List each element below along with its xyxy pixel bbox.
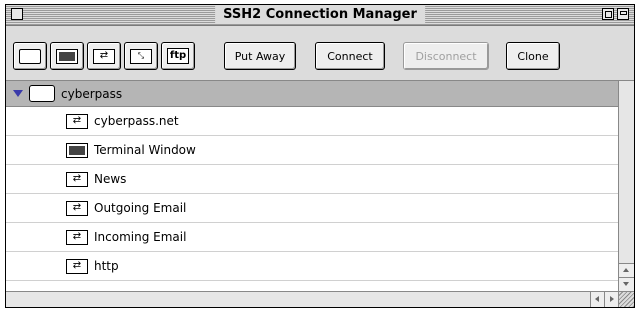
collapse-icon — [620, 11, 627, 15]
file-icon: ⤡ — [130, 48, 152, 64]
connection-icon: ⇄ — [66, 113, 88, 129]
new-terminal-button[interactable] — [50, 42, 84, 70]
group-label: cyberpass — [61, 86, 123, 101]
close-box[interactable] — [11, 8, 23, 20]
list-item-label: News — [94, 172, 127, 186]
resize-grip-icon[interactable] — [618, 291, 634, 307]
connection-list[interactable]: cyberpass ⇄ cyberpass.net Terminal Windo… — [6, 81, 618, 291]
disclosure-triangle-icon[interactable] — [13, 90, 23, 97]
list-item-label: Incoming Email — [94, 230, 187, 244]
connection-icon: ⇄ — [93, 48, 115, 64]
scroll-right-arrow-icon[interactable] — [604, 292, 618, 307]
window-title: SSH2 Connection Manager — [215, 6, 425, 24]
scroll-down-arrow-icon[interactable] — [619, 277, 634, 291]
ftp-icon: ftp — [167, 48, 189, 64]
connection-icon: ⇄ — [66, 200, 88, 216]
connection-icon: ⇄ — [66, 171, 88, 187]
put-away-button[interactable]: Put Away — [224, 42, 296, 70]
list-item-label: http — [94, 259, 119, 273]
title-bar[interactable]: SSH2 Connection Manager — [6, 5, 634, 26]
list-item[interactable]: Terminal Window — [6, 136, 618, 165]
new-connection-button[interactable]: ⇄ — [87, 42, 121, 70]
terminal-icon — [66, 142, 88, 158]
new-file-button[interactable]: ⤡ — [124, 42, 158, 70]
group-row-cyberpass[interactable]: cyberpass — [6, 81, 618, 107]
list-item[interactable]: ⇄ cyberpass.net — [6, 107, 618, 136]
zoom-box[interactable] — [602, 8, 614, 20]
terminal-icon — [56, 48, 78, 64]
new-folder-button[interactable] — [13, 42, 47, 70]
folder-icon — [29, 85, 55, 102]
connection-icon: ⇄ — [66, 258, 88, 274]
list-item-label: cyberpass.net — [94, 114, 179, 128]
list-item-label: Terminal Window — [94, 143, 196, 157]
scroll-up-arrow-icon[interactable] — [619, 263, 634, 277]
scroll-left-arrow-icon[interactable] — [590, 292, 604, 307]
vertical-scrollbar[interactable] — [618, 81, 634, 291]
list-item[interactable]: ⇄ Outgoing Email — [6, 194, 618, 223]
connection-icon: ⇄ — [66, 229, 88, 245]
clone-button[interactable]: Clone — [506, 42, 560, 70]
new-ftp-button[interactable]: ftp — [161, 42, 195, 70]
collapse-box[interactable] — [617, 8, 629, 20]
connect-button[interactable]: Connect — [315, 42, 385, 70]
disconnect-button[interactable]: Disconnect — [403, 42, 489, 70]
zoom-icon — [605, 11, 612, 18]
list-item[interactable]: ⇄ Incoming Email — [6, 223, 618, 252]
list-item[interactable]: ⇄ http — [6, 252, 618, 281]
toolbar: ⇄ ⤡ ftp Put Away Connect Disconnect Clon… — [6, 26, 634, 81]
list-item-label: Outgoing Email — [94, 201, 187, 215]
folder-icon — [19, 48, 41, 64]
horizontal-scrollbar[interactable] — [6, 291, 618, 307]
list-item[interactable]: ⇄ News — [6, 165, 618, 194]
connection-manager-window: SSH2 Connection Manager ⇄ ⤡ ftp Put Away… — [5, 4, 635, 308]
